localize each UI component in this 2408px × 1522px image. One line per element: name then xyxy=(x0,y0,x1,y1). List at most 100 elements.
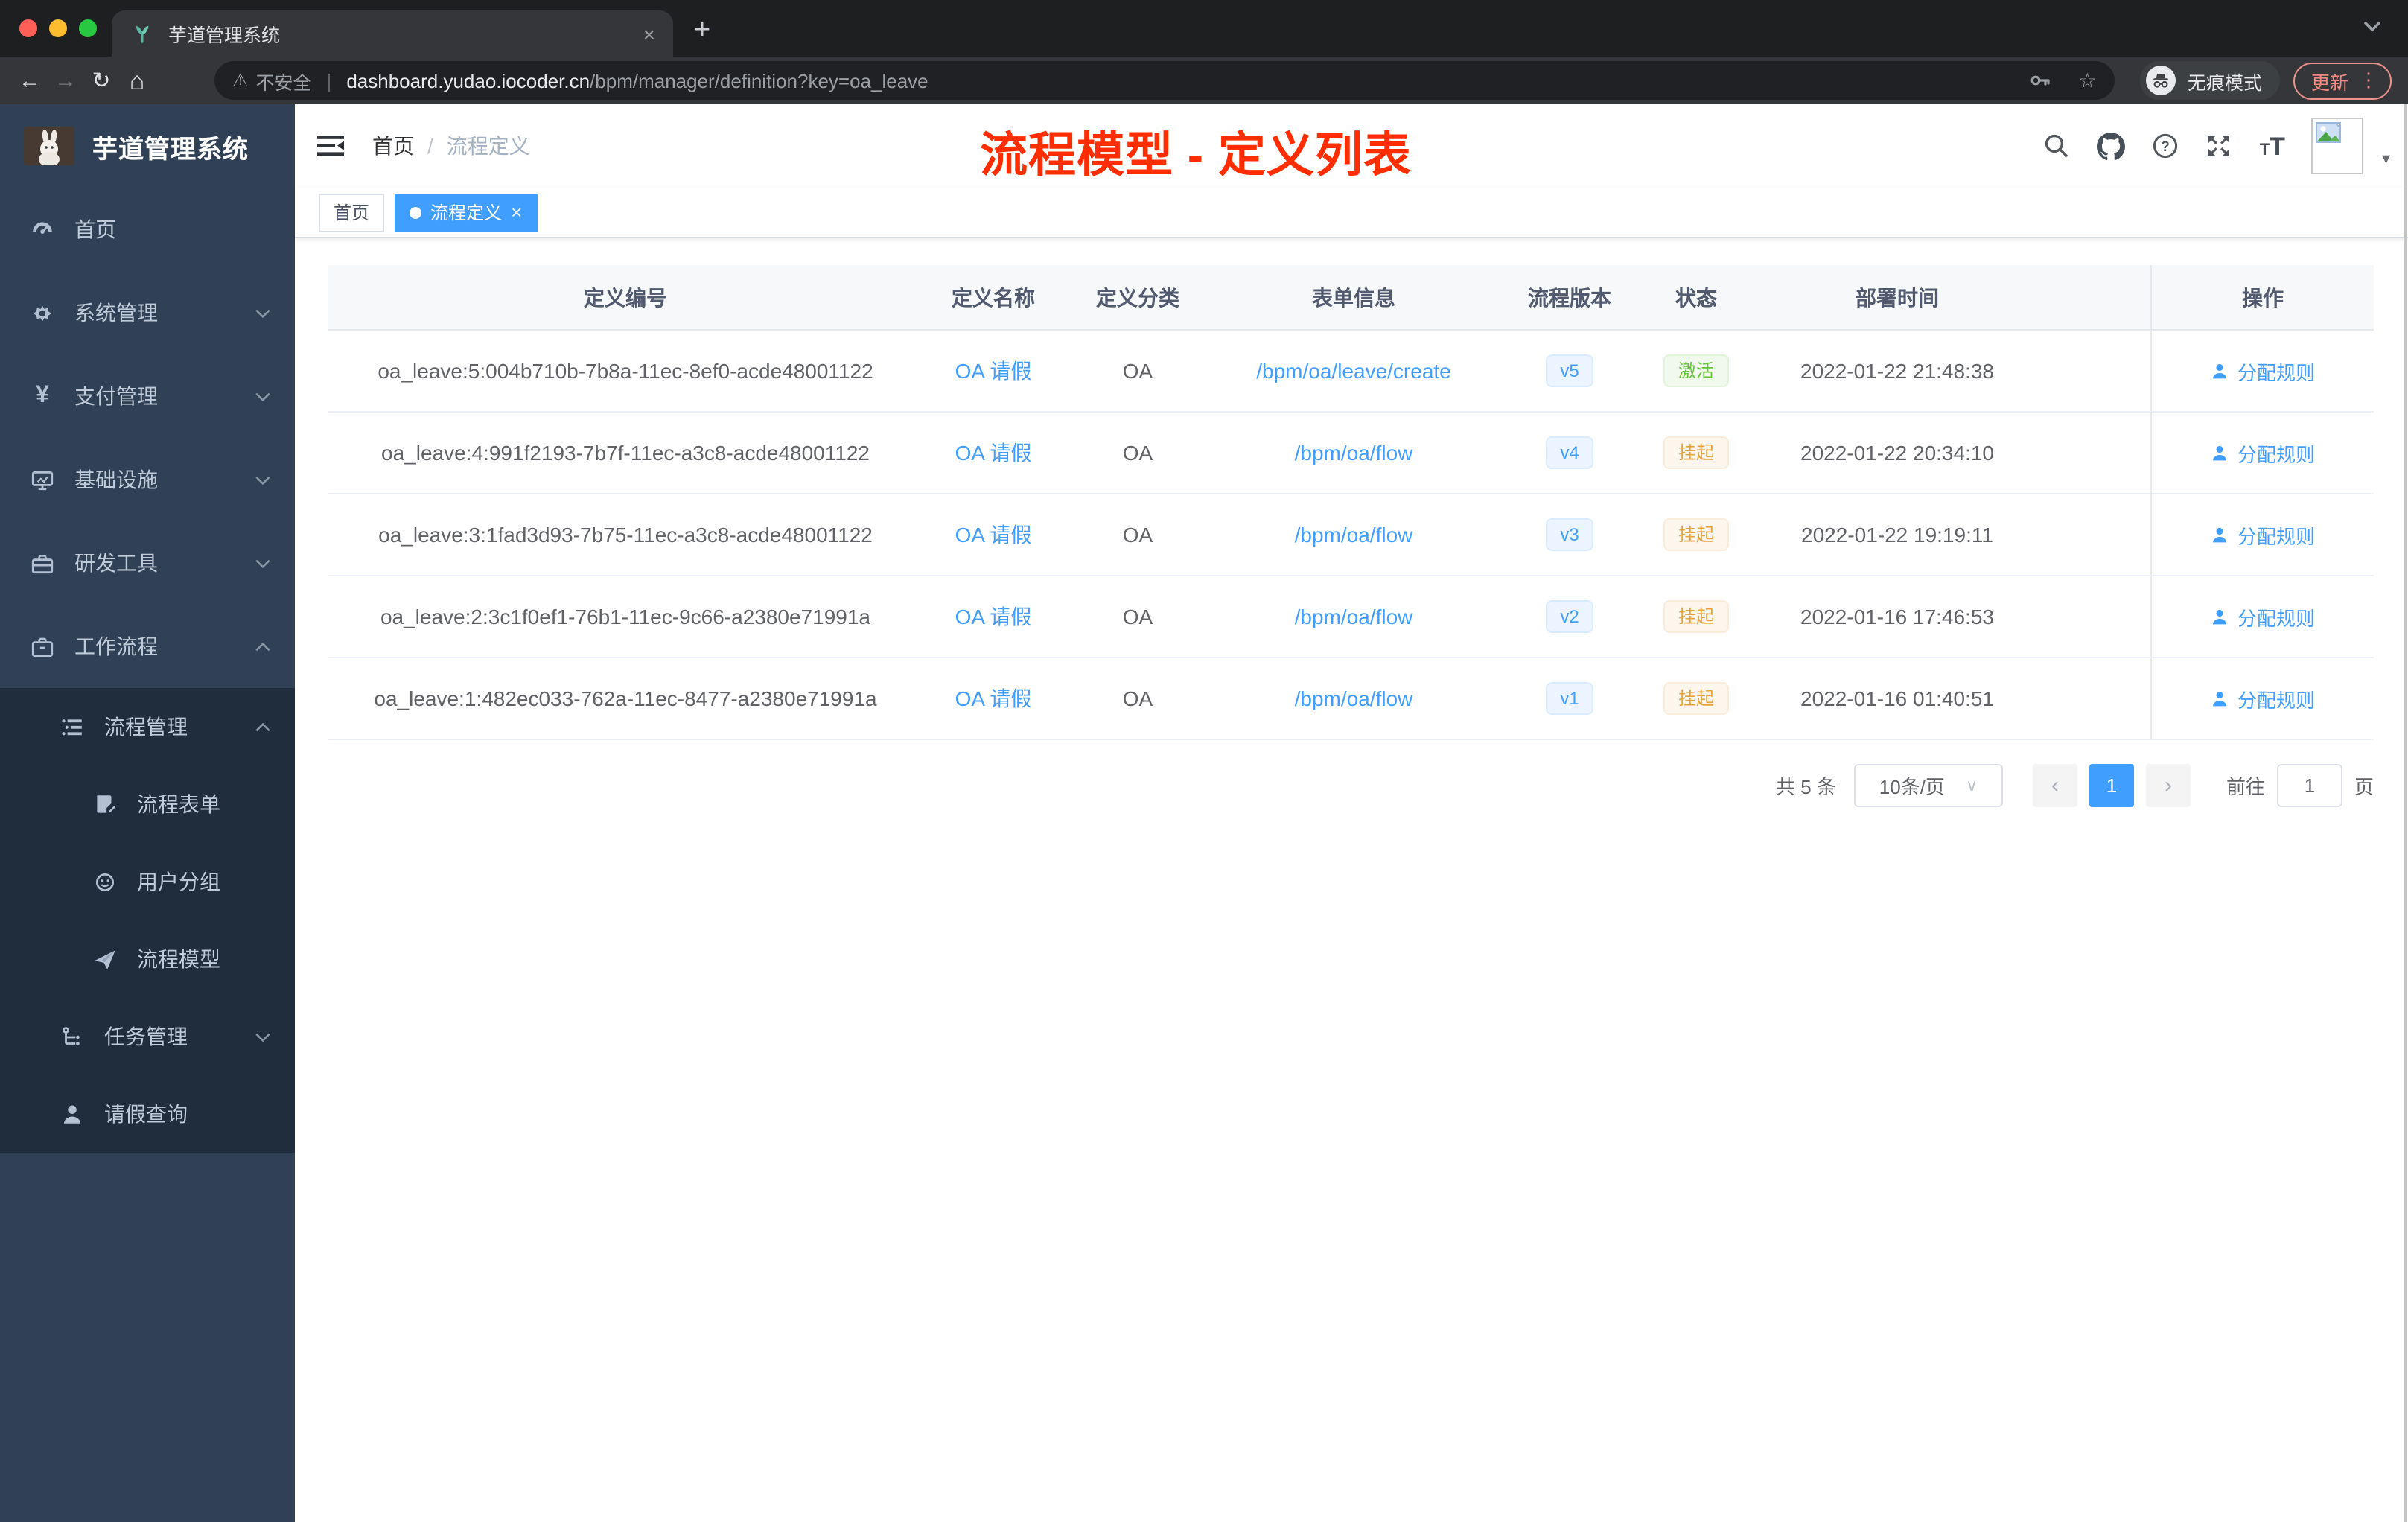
home-button[interactable]: ⌂ xyxy=(119,68,155,93)
person-icon xyxy=(60,1101,85,1127)
sidebar-item-process-management[interactable]: 流程管理 xyxy=(0,688,295,765)
assign-rule-link[interactable]: 分配规则 xyxy=(2211,520,2315,549)
tag-close-icon[interactable]: × xyxy=(511,203,522,222)
breadcrumb-home[interactable]: 首页 xyxy=(372,131,414,161)
tag-home[interactable]: 首页 xyxy=(319,193,385,232)
help-icon[interactable]: ? xyxy=(2153,133,2179,159)
sidebar-item-label: 流程表单 xyxy=(137,792,220,816)
form-info-link[interactable]: /bpm/oa/flow xyxy=(1295,523,1413,547)
definition-name-link[interactable]: OA 请假 xyxy=(955,441,1032,465)
bookmark-star-icon[interactable]: ☆ xyxy=(2078,68,2097,93)
sidebar-item-process-model[interactable]: 流程模型 xyxy=(0,920,295,998)
user-icon xyxy=(2214,608,2227,624)
version-cell: v5 xyxy=(1495,354,1644,387)
browser-tab[interactable]: 芋道管理系统 × xyxy=(112,10,673,57)
not-secure-warning-icon: ⚠ xyxy=(232,70,249,91)
form-info-link[interactable]: /bpm/oa/flow xyxy=(1295,687,1413,710)
page-content: 定义编号 定义名称 定义分类 表单信息 流程版本 状态 部署时间 操作 oa_l… xyxy=(295,238,2408,1522)
form-info-link[interactable]: /bpm/oa/leave/create xyxy=(1256,359,1451,383)
maximize-window-button[interactable] xyxy=(79,19,97,37)
assign-rule-link[interactable]: 分配规则 xyxy=(2211,439,2315,467)
definition-category: OA xyxy=(1122,359,1153,383)
password-key-icon[interactable] xyxy=(2029,69,2053,92)
column-header: 表单信息 xyxy=(1312,285,1395,309)
close-window-button[interactable] xyxy=(19,19,37,37)
form-info-link[interactable]: /bpm/oa/flow xyxy=(1295,605,1413,628)
fullscreen-icon[interactable] xyxy=(2206,133,2233,159)
assign-rule-link[interactable]: 分配规则 xyxy=(2211,357,2315,385)
forward-button[interactable]: → xyxy=(48,69,83,92)
new-tab-button[interactable]: + xyxy=(694,16,710,45)
user-icon xyxy=(2214,690,2227,706)
next-page-button[interactable]: › xyxy=(2145,764,2191,807)
sidebar-item-system[interactable]: 系统管理 xyxy=(0,271,295,354)
url-path[interactable]: /bpm/manager/definition?key=oa_leave xyxy=(590,69,929,92)
current-page-button[interactable]: 1 xyxy=(2089,764,2134,807)
sidebar-item-infrastructure[interactable]: 基础设施 xyxy=(0,438,295,521)
reload-button[interactable]: ↻ xyxy=(83,69,119,92)
form-info-cell: /bpm/oa/leave/create xyxy=(1212,359,1495,383)
version-cell: v2 xyxy=(1495,600,1644,633)
github-icon[interactable] xyxy=(2097,132,2126,160)
sidebar-item-user-group[interactable]: 用户分组 xyxy=(0,843,295,920)
sidebar-logo[interactable]: 芋道管理系统 xyxy=(0,104,295,188)
version-badge: v5 xyxy=(1545,354,1594,387)
table-body: oa_leave:5:004b710b-7b8a-11ec-8ef0-acde4… xyxy=(328,331,2374,740)
definition-name-link[interactable]: OA 请假 xyxy=(955,687,1032,710)
sidebar-item-dev-tools[interactable]: 研发工具 xyxy=(0,521,295,605)
form-info-cell: /bpm/oa/flow xyxy=(1212,687,1495,710)
app-title: 芋道管理系统 xyxy=(92,135,249,163)
update-chrome-button[interactable]: 更新 ⋮ xyxy=(2293,62,2392,99)
deploy-time: 2022-01-22 20:34:10 xyxy=(1800,441,1994,465)
assign-rule-link[interactable]: 分配规则 xyxy=(2211,684,2315,713)
avatar-caret-icon[interactable]: ▾ xyxy=(2382,149,2390,168)
sidebar-item-process-form[interactable]: 流程表单 xyxy=(0,765,295,843)
sidebar-item-leave-query[interactable]: 请假查询 xyxy=(0,1075,295,1153)
assign-rule-link[interactable]: 分配规则 xyxy=(2211,602,2315,631)
url-bar[interactable]: ⚠ 不安全 | dashboard.yudao.iocoder.cn/bpm/m… xyxy=(214,61,2115,100)
definition-name-link[interactable]: OA 请假 xyxy=(955,605,1032,628)
definition-category: OA xyxy=(1122,605,1153,628)
column-header: 定义分类 xyxy=(1096,285,1179,309)
operation-cell: 分配规则 xyxy=(2150,331,2374,411)
select-caret-icon: ∨ xyxy=(1965,777,1978,795)
page-size-select[interactable]: 10条/页 ∨ xyxy=(1853,764,2003,807)
favicon-sprout-icon xyxy=(130,22,155,45)
browser-tabstrip: 芋道管理系统 × + xyxy=(0,0,2408,57)
tag-active-dot xyxy=(410,206,422,218)
window-controls[interactable] xyxy=(19,19,97,37)
definition-id: oa_leave:1:482ec033-762a-11ec-8477-a2380… xyxy=(374,687,877,710)
definition-name-link[interactable]: OA 请假 xyxy=(955,523,1032,547)
assign-rule-label: 分配规则 xyxy=(2237,361,2315,383)
user-icon xyxy=(2214,526,2227,542)
tasks-icon xyxy=(60,1024,85,1049)
sidebar-item-task-management[interactable]: 任务管理 xyxy=(0,998,295,1075)
tab-close-icon[interactable]: × xyxy=(643,23,655,44)
sidebar-item-payment[interactable]: ¥ 支付管理 xyxy=(0,354,295,438)
form-info-link[interactable]: /bpm/oa/flow xyxy=(1295,441,1413,465)
hamburger-icon[interactable] xyxy=(316,133,345,159)
font-size-icon[interactable]: TT xyxy=(2260,133,2285,159)
browser-menu-dots-icon[interactable]: ⋮ xyxy=(2359,69,2378,92)
pagination: 共 5 条 10条/页 ∨ ‹ 1 › 前往 1 页 xyxy=(328,764,2374,807)
goto-page-input[interactable]: 1 xyxy=(2276,764,2342,807)
avatar[interactable] xyxy=(2311,118,2364,174)
search-icon[interactable] xyxy=(2044,133,2071,159)
minimize-window-button[interactable] xyxy=(49,19,67,37)
prev-page-button[interactable]: ‹ xyxy=(2032,764,2077,807)
paper-plane-icon xyxy=(92,946,118,972)
url-host[interactable]: dashboard.yudao.iocoder.cn xyxy=(346,69,590,92)
sidebar-item-home[interactable]: 首页 xyxy=(0,188,295,271)
definition-name-link[interactable]: OA 请假 xyxy=(955,359,1032,383)
sidebar-item-label: 流程模型 xyxy=(137,947,220,971)
tag-label: 首页 xyxy=(334,203,370,223)
definition-id: oa_leave:4:991f2193-7b7f-11ec-a3c8-acde4… xyxy=(381,441,870,465)
not-secure-label[interactable]: 不安全 xyxy=(256,66,312,95)
back-button[interactable]: ← xyxy=(12,69,48,92)
form-icon xyxy=(92,792,118,817)
sidebar-item-workflow[interactable]: 工作流程 xyxy=(0,605,295,688)
tab-search-chevron-icon[interactable] xyxy=(2363,21,2381,33)
tag-process-definition[interactable]: 流程定义 × xyxy=(395,193,538,232)
total-count: 共 5 条 xyxy=(1776,776,1836,798)
definition-category: OA xyxy=(1122,523,1153,547)
